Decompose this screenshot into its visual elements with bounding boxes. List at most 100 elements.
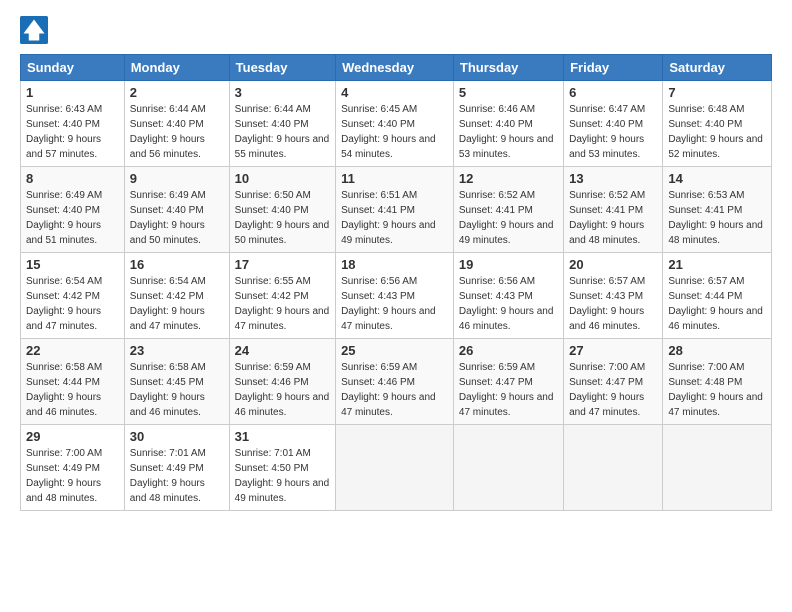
day-cell: 18 Sunrise: 6:56 AM Sunset: 4:43 PM Dayl…	[336, 253, 454, 339]
day-info: Sunrise: 6:56 AM Sunset: 4:43 PM Dayligh…	[341, 274, 448, 334]
day-number: 26	[459, 343, 558, 358]
calendar-table: SundayMondayTuesdayWednesdayThursdayFrid…	[20, 54, 772, 511]
day-info: Sunrise: 6:51 AM Sunset: 4:41 PM Dayligh…	[341, 188, 448, 248]
day-number: 15	[26, 257, 119, 272]
day-cell: 5 Sunrise: 6:46 AM Sunset: 4:40 PM Dayli…	[453, 81, 563, 167]
day-info: Sunrise: 7:00 AM Sunset: 4:48 PM Dayligh…	[668, 360, 766, 420]
day-info: Sunrise: 6:54 AM Sunset: 4:42 PM Dayligh…	[130, 274, 224, 334]
day-cell: 17 Sunrise: 6:55 AM Sunset: 4:42 PM Dayl…	[229, 253, 335, 339]
day-cell: 27 Sunrise: 7:00 AM Sunset: 4:47 PM Dayl…	[564, 339, 663, 425]
header	[20, 16, 772, 44]
day-number: 28	[668, 343, 766, 358]
day-info: Sunrise: 6:44 AM Sunset: 4:40 PM Dayligh…	[235, 102, 330, 162]
day-cell: 2 Sunrise: 6:44 AM Sunset: 4:40 PM Dayli…	[124, 81, 229, 167]
day-cell: 15 Sunrise: 6:54 AM Sunset: 4:42 PM Dayl…	[21, 253, 125, 339]
day-number: 29	[26, 429, 119, 444]
day-info: Sunrise: 6:59 AM Sunset: 4:46 PM Dayligh…	[235, 360, 330, 420]
day-info: Sunrise: 7:00 AM Sunset: 4:49 PM Dayligh…	[26, 446, 119, 506]
day-cell: 13 Sunrise: 6:52 AM Sunset: 4:41 PM Dayl…	[564, 167, 663, 253]
week-row-3: 15 Sunrise: 6:54 AM Sunset: 4:42 PM Dayl…	[21, 253, 772, 339]
day-info: Sunrise: 6:59 AM Sunset: 4:47 PM Dayligh…	[459, 360, 558, 420]
col-header-friday: Friday	[564, 55, 663, 81]
col-header-sunday: Sunday	[21, 55, 125, 81]
day-info: Sunrise: 6:58 AM Sunset: 4:44 PM Dayligh…	[26, 360, 119, 420]
week-row-1: 1 Sunrise: 6:43 AM Sunset: 4:40 PM Dayli…	[21, 81, 772, 167]
day-info: Sunrise: 6:57 AM Sunset: 4:43 PM Dayligh…	[569, 274, 657, 334]
day-cell	[453, 425, 563, 511]
day-cell: 11 Sunrise: 6:51 AM Sunset: 4:41 PM Dayl…	[336, 167, 454, 253]
day-info: Sunrise: 6:56 AM Sunset: 4:43 PM Dayligh…	[459, 274, 558, 334]
day-number: 7	[668, 85, 766, 100]
day-number: 19	[459, 257, 558, 272]
day-number: 8	[26, 171, 119, 186]
col-header-thursday: Thursday	[453, 55, 563, 81]
day-cell	[564, 425, 663, 511]
col-header-wednesday: Wednesday	[336, 55, 454, 81]
day-cell: 31 Sunrise: 7:01 AM Sunset: 4:50 PM Dayl…	[229, 425, 335, 511]
day-number: 5	[459, 85, 558, 100]
day-number: 18	[341, 257, 448, 272]
day-number: 21	[668, 257, 766, 272]
day-cell: 7 Sunrise: 6:48 AM Sunset: 4:40 PM Dayli…	[663, 81, 772, 167]
day-cell: 22 Sunrise: 6:58 AM Sunset: 4:44 PM Dayl…	[21, 339, 125, 425]
day-cell: 19 Sunrise: 6:56 AM Sunset: 4:43 PM Dayl…	[453, 253, 563, 339]
day-number: 13	[569, 171, 657, 186]
week-row-5: 29 Sunrise: 7:00 AM Sunset: 4:49 PM Dayl…	[21, 425, 772, 511]
day-number: 31	[235, 429, 330, 444]
day-info: Sunrise: 6:52 AM Sunset: 4:41 PM Dayligh…	[569, 188, 657, 248]
day-number: 24	[235, 343, 330, 358]
day-cell: 1 Sunrise: 6:43 AM Sunset: 4:40 PM Dayli…	[21, 81, 125, 167]
day-number: 27	[569, 343, 657, 358]
day-info: Sunrise: 6:52 AM Sunset: 4:41 PM Dayligh…	[459, 188, 558, 248]
day-number: 17	[235, 257, 330, 272]
day-number: 16	[130, 257, 224, 272]
col-header-saturday: Saturday	[663, 55, 772, 81]
day-info: Sunrise: 7:01 AM Sunset: 4:50 PM Dayligh…	[235, 446, 330, 506]
col-header-monday: Monday	[124, 55, 229, 81]
day-cell: 4 Sunrise: 6:45 AM Sunset: 4:40 PM Dayli…	[336, 81, 454, 167]
day-cell: 25 Sunrise: 6:59 AM Sunset: 4:46 PM Dayl…	[336, 339, 454, 425]
day-cell: 30 Sunrise: 7:01 AM Sunset: 4:49 PM Dayl…	[124, 425, 229, 511]
day-info: Sunrise: 6:50 AM Sunset: 4:40 PM Dayligh…	[235, 188, 330, 248]
day-info: Sunrise: 7:01 AM Sunset: 4:49 PM Dayligh…	[130, 446, 224, 506]
day-cell: 3 Sunrise: 6:44 AM Sunset: 4:40 PM Dayli…	[229, 81, 335, 167]
day-info: Sunrise: 6:47 AM Sunset: 4:40 PM Dayligh…	[569, 102, 657, 162]
day-cell	[336, 425, 454, 511]
logo-icon	[20, 16, 48, 44]
week-row-4: 22 Sunrise: 6:58 AM Sunset: 4:44 PM Dayl…	[21, 339, 772, 425]
day-number: 25	[341, 343, 448, 358]
day-number: 9	[130, 171, 224, 186]
day-number: 1	[26, 85, 119, 100]
day-number: 3	[235, 85, 330, 100]
day-cell: 12 Sunrise: 6:52 AM Sunset: 4:41 PM Dayl…	[453, 167, 563, 253]
day-info: Sunrise: 7:00 AM Sunset: 4:47 PM Dayligh…	[569, 360, 657, 420]
day-number: 30	[130, 429, 224, 444]
day-cell	[663, 425, 772, 511]
day-cell: 6 Sunrise: 6:47 AM Sunset: 4:40 PM Dayli…	[564, 81, 663, 167]
day-cell: 24 Sunrise: 6:59 AM Sunset: 4:46 PM Dayl…	[229, 339, 335, 425]
day-info: Sunrise: 6:49 AM Sunset: 4:40 PM Dayligh…	[130, 188, 224, 248]
day-info: Sunrise: 6:58 AM Sunset: 4:45 PM Dayligh…	[130, 360, 224, 420]
col-header-tuesday: Tuesday	[229, 55, 335, 81]
week-row-2: 8 Sunrise: 6:49 AM Sunset: 4:40 PM Dayli…	[21, 167, 772, 253]
day-cell: 29 Sunrise: 7:00 AM Sunset: 4:49 PM Dayl…	[21, 425, 125, 511]
day-cell: 21 Sunrise: 6:57 AM Sunset: 4:44 PM Dayl…	[663, 253, 772, 339]
day-number: 11	[341, 171, 448, 186]
day-number: 4	[341, 85, 448, 100]
day-number: 12	[459, 171, 558, 186]
day-info: Sunrise: 6:54 AM Sunset: 4:42 PM Dayligh…	[26, 274, 119, 334]
day-cell: 8 Sunrise: 6:49 AM Sunset: 4:40 PM Dayli…	[21, 167, 125, 253]
day-number: 14	[668, 171, 766, 186]
day-cell: 20 Sunrise: 6:57 AM Sunset: 4:43 PM Dayl…	[564, 253, 663, 339]
day-number: 22	[26, 343, 119, 358]
day-cell: 9 Sunrise: 6:49 AM Sunset: 4:40 PM Dayli…	[124, 167, 229, 253]
logo	[20, 16, 52, 44]
day-cell: 28 Sunrise: 7:00 AM Sunset: 4:48 PM Dayl…	[663, 339, 772, 425]
day-info: Sunrise: 6:49 AM Sunset: 4:40 PM Dayligh…	[26, 188, 119, 248]
day-info: Sunrise: 6:46 AM Sunset: 4:40 PM Dayligh…	[459, 102, 558, 162]
day-info: Sunrise: 6:57 AM Sunset: 4:44 PM Dayligh…	[668, 274, 766, 334]
day-info: Sunrise: 6:48 AM Sunset: 4:40 PM Dayligh…	[668, 102, 766, 162]
day-cell: 23 Sunrise: 6:58 AM Sunset: 4:45 PM Dayl…	[124, 339, 229, 425]
header-row: SundayMondayTuesdayWednesdayThursdayFrid…	[21, 55, 772, 81]
day-info: Sunrise: 6:59 AM Sunset: 4:46 PM Dayligh…	[341, 360, 448, 420]
